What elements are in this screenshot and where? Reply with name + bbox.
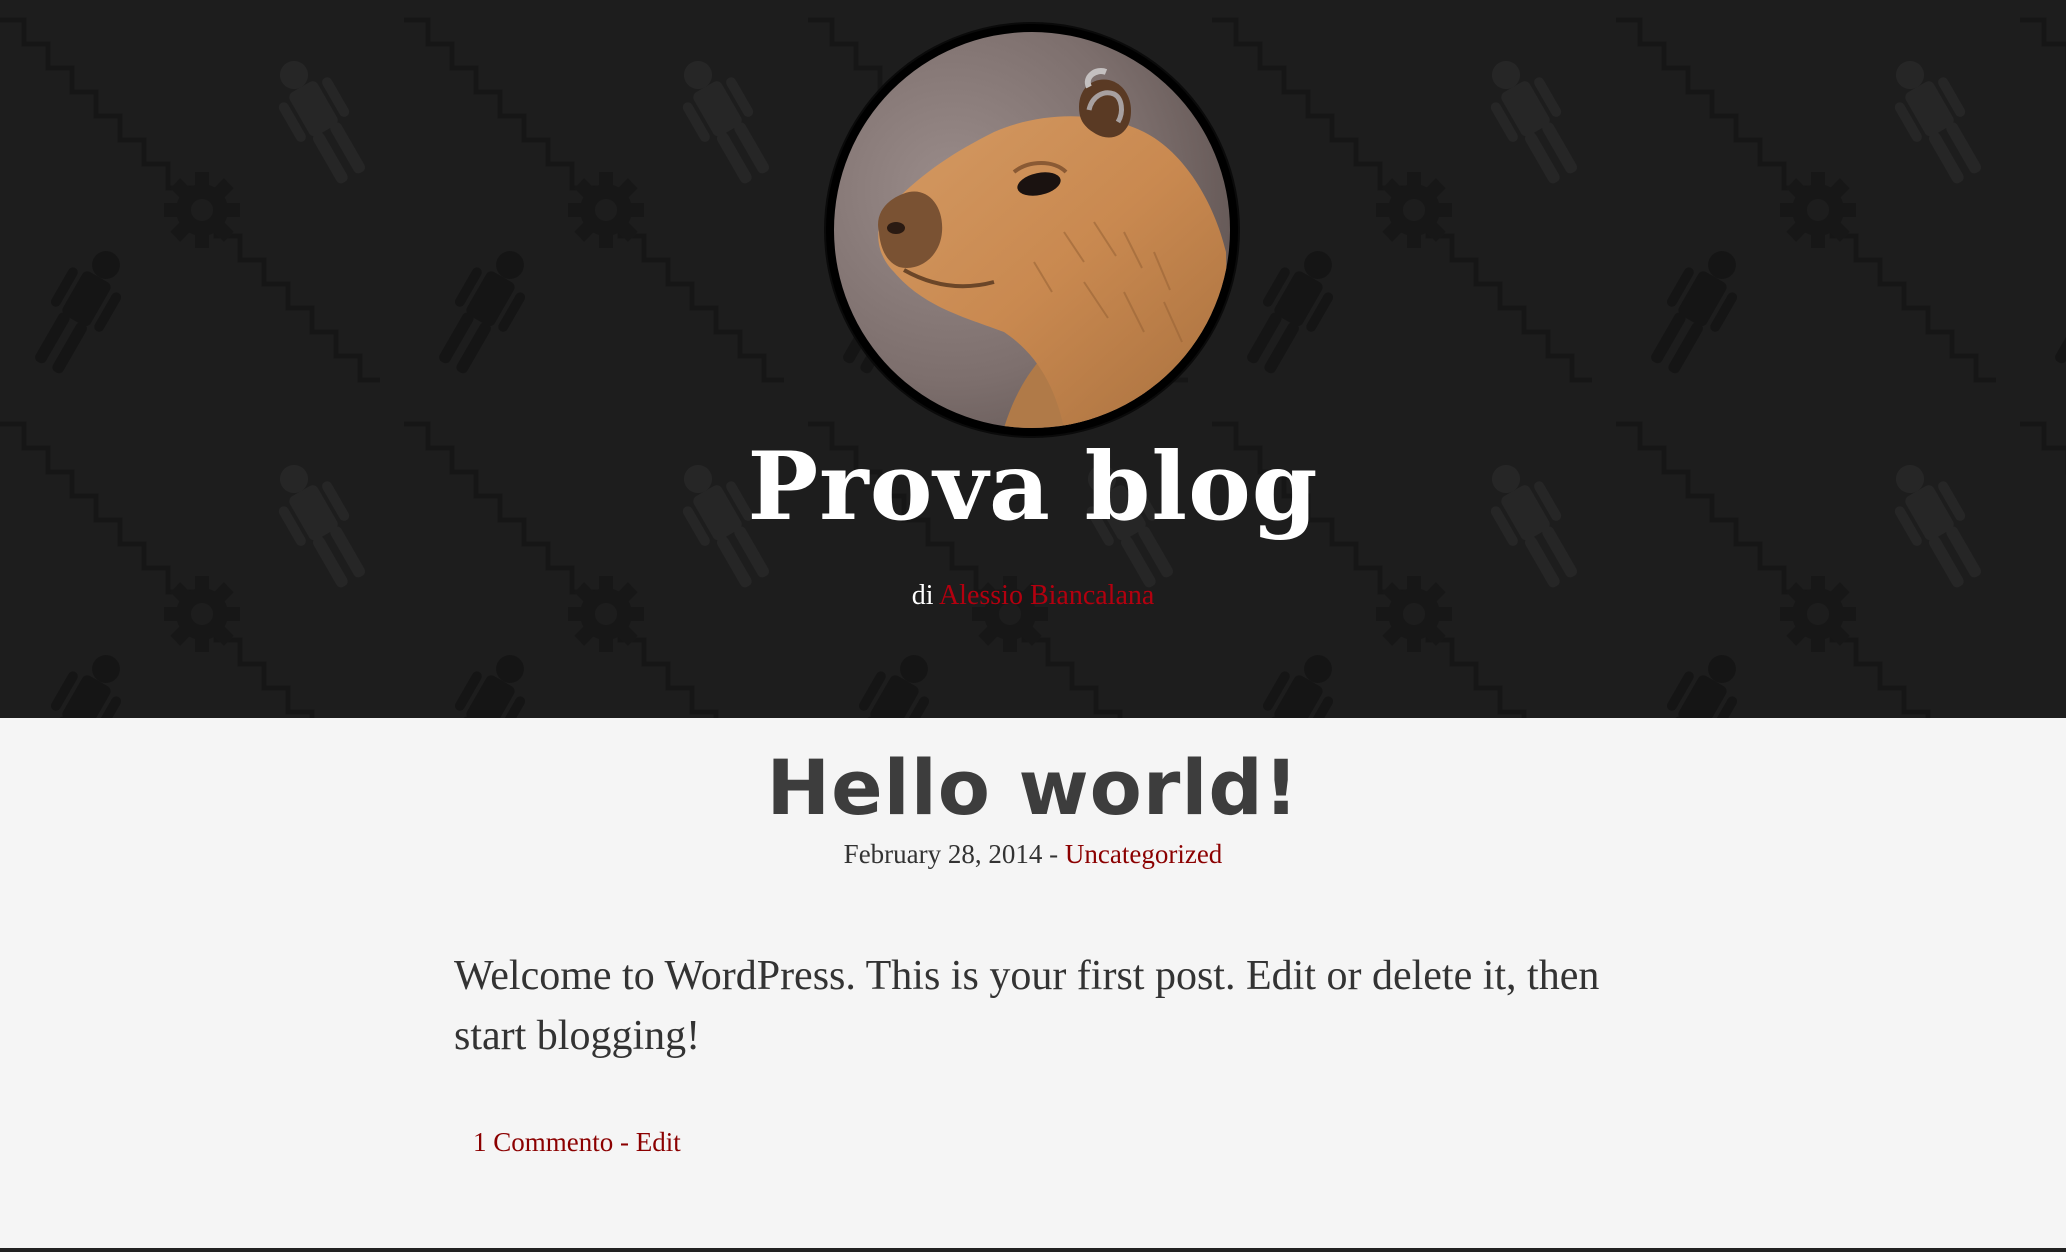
footer-separator: - bbox=[620, 1127, 629, 1157]
site-title[interactable]: Prova blog bbox=[0, 432, 2066, 542]
post-title[interactable]: Hello world! bbox=[0, 740, 2066, 836]
avatar-frame[interactable] bbox=[826, 24, 1238, 436]
comments-link[interactable]: 1 Commento bbox=[473, 1127, 613, 1157]
bottom-divider bbox=[0, 1248, 2066, 1252]
page: Prova blog di Alessio Biancalana Hello w… bbox=[0, 0, 2066, 1252]
site-header: Prova blog di Alessio Biancalana bbox=[0, 0, 2066, 718]
byline: di Alessio Biancalana bbox=[0, 578, 2066, 614]
capybara-avatar-icon bbox=[834, 32, 1230, 428]
category-link[interactable]: Uncategorized bbox=[1065, 839, 1222, 869]
edit-link[interactable]: Edit bbox=[636, 1127, 681, 1157]
meta-separator: - bbox=[1049, 839, 1059, 869]
post-date: February 28, 2014 bbox=[843, 839, 1043, 869]
post-body: Welcome to WordPress. This is your first… bbox=[454, 953, 1600, 1059]
post-meta: February 28, 2014 - Uncategorized bbox=[0, 836, 2066, 872]
post-footer: 1 Commento - Edit bbox=[473, 1124, 681, 1160]
author-link[interactable]: Alessio Biancalana bbox=[939, 580, 1154, 611]
byline-prefix: di bbox=[911, 580, 934, 611]
